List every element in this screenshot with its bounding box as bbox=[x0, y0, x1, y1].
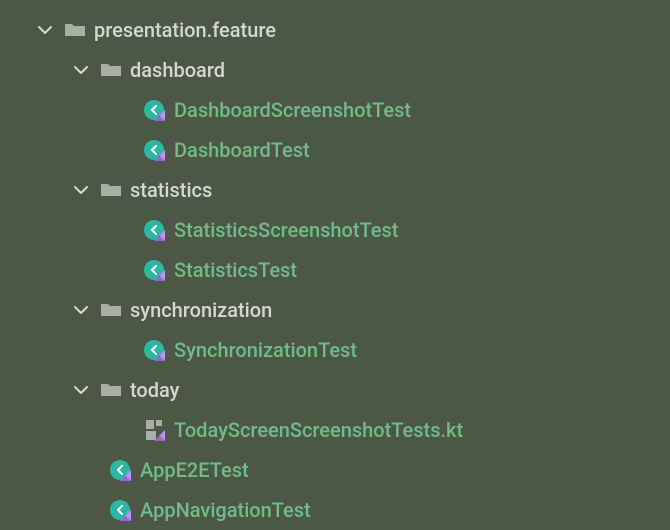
folder-label: statistics bbox=[130, 178, 212, 202]
tree-item-statistics-screenshot-test[interactable]: StatisticsScreenshotTest bbox=[0, 210, 670, 250]
kotlin-class-icon bbox=[142, 98, 166, 122]
folder-icon bbox=[100, 381, 122, 399]
tree-item-synchronization-test[interactable]: SynchronizationTest bbox=[0, 330, 670, 370]
folder-icon bbox=[64, 21, 86, 39]
tree-item-app-navigation-test[interactable]: AppNavigationTest bbox=[0, 490, 670, 530]
tree-item-app-e2e-test[interactable]: AppE2ETest bbox=[0, 450, 670, 490]
tree-folder-statistics[interactable]: statistics bbox=[0, 170, 670, 210]
class-label: DashboardScreenshotTest bbox=[174, 98, 411, 122]
chevron-down-icon bbox=[72, 181, 90, 199]
tree-folder-synchronization[interactable]: synchronization bbox=[0, 290, 670, 330]
class-label: AppNavigationTest bbox=[140, 498, 311, 522]
folder-label: synchronization bbox=[130, 298, 272, 322]
chevron-down-icon bbox=[36, 21, 54, 39]
kotlin-class-icon bbox=[142, 338, 166, 362]
chevron-down-icon bbox=[72, 381, 90, 399]
class-label: DashboardTest bbox=[174, 138, 310, 162]
folder-label: dashboard bbox=[130, 58, 225, 82]
tree-item-today-screenshot-file[interactable]: TodayScreenScreenshotTests.kt bbox=[0, 410, 670, 450]
folder-icon bbox=[100, 181, 122, 199]
kotlin-class-icon bbox=[142, 218, 166, 242]
kotlin-class-icon bbox=[108, 498, 132, 522]
class-label: StatisticsTest bbox=[174, 258, 297, 282]
kotlin-class-icon bbox=[142, 138, 166, 162]
kotlin-file-icon bbox=[142, 418, 166, 442]
class-label: SynchronizationTest bbox=[174, 338, 357, 362]
folder-label: today bbox=[130, 378, 179, 402]
file-label: TodayScreenScreenshotTests.kt bbox=[174, 418, 463, 442]
kotlin-class-icon bbox=[142, 258, 166, 282]
tree-item-dashboard-screenshot-test[interactable]: DashboardScreenshotTest bbox=[0, 90, 670, 130]
chevron-down-icon bbox=[72, 301, 90, 319]
folder-icon bbox=[100, 301, 122, 319]
class-label: AppE2ETest bbox=[140, 458, 249, 482]
class-label: StatisticsScreenshotTest bbox=[174, 218, 398, 242]
tree-folder-today[interactable]: today bbox=[0, 370, 670, 410]
tree-item-statistics-test[interactable]: StatisticsTest bbox=[0, 250, 670, 290]
folder-label: presentation.feature bbox=[94, 18, 276, 42]
folder-icon bbox=[100, 61, 122, 79]
kotlin-class-icon bbox=[108, 458, 132, 482]
project-tree: presentation.feature dashboard Dashboard… bbox=[0, 10, 670, 530]
chevron-down-icon bbox=[72, 61, 90, 79]
tree-folder-presentation-feature[interactable]: presentation.feature bbox=[0, 10, 670, 50]
tree-item-dashboard-test[interactable]: DashboardTest bbox=[0, 130, 670, 170]
tree-folder-dashboard[interactable]: dashboard bbox=[0, 50, 670, 90]
